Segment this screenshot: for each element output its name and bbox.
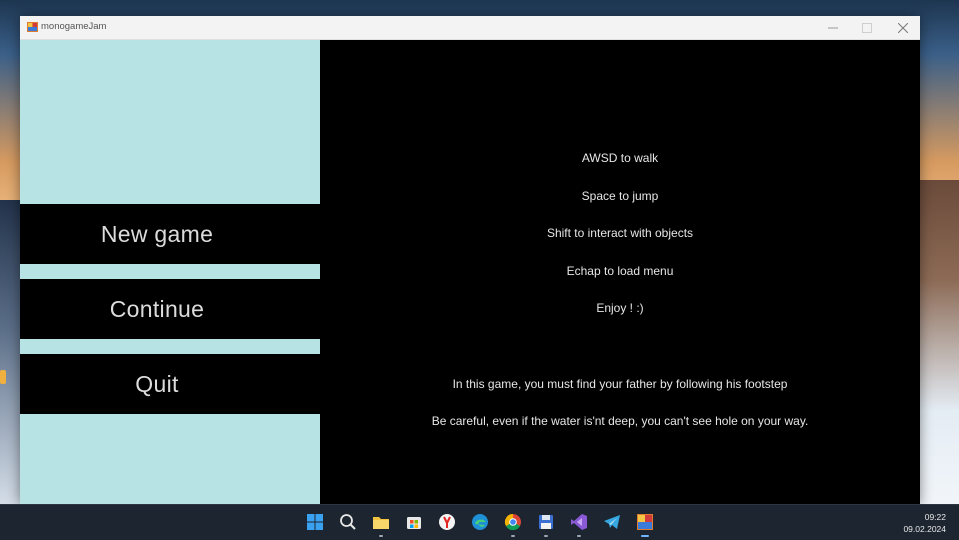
save-disk-icon[interactable] xyxy=(537,513,555,537)
running-indicator xyxy=(577,535,581,537)
taskbar: 09:22 09.02.2024 xyxy=(0,504,959,540)
menu-panel xyxy=(20,40,320,505)
new-game-label: New game xyxy=(100,220,214,247)
windows-start-icon[interactable] xyxy=(306,513,324,531)
telegram-icon[interactable] xyxy=(603,513,621,531)
instruction-jump: Space to jump xyxy=(581,189,659,203)
new-game-button[interactable]: New game xyxy=(20,204,320,264)
yandex-browser-icon[interactable] xyxy=(438,513,456,531)
instruction-interact: Shift to interact with objects xyxy=(546,226,694,240)
microsoft-store-icon[interactable] xyxy=(405,513,423,531)
edge-icon[interactable] xyxy=(471,513,489,531)
running-indicator xyxy=(379,535,383,537)
close-button[interactable] xyxy=(886,16,920,39)
clock-time: 09:22 xyxy=(924,512,946,522)
window-titlebar[interactable]: monogameJam xyxy=(20,16,920,40)
active-indicator xyxy=(641,535,649,537)
wallpaper-lamp xyxy=(0,370,6,384)
story-line-father: In this game, you must find your father … xyxy=(452,377,788,391)
chrome-icon[interactable] xyxy=(504,513,522,537)
running-indicator xyxy=(511,535,515,537)
file-explorer-icon[interactable] xyxy=(372,513,390,537)
minimize-button[interactable] xyxy=(816,16,850,39)
instruction-enjoy: Enjoy ! :) xyxy=(596,301,644,315)
wallpaper-right-edge xyxy=(914,180,959,510)
game-canvas[interactable]: New game Continue Quit AWSD to walk Spac… xyxy=(20,40,920,505)
quit-label: Quit xyxy=(135,370,179,397)
visual-studio-icon[interactable] xyxy=(570,513,588,537)
instruction-walk: AWSD to walk xyxy=(581,151,659,165)
story-line-water: Be careful, even if the water is'nt deep… xyxy=(431,414,809,428)
maximize-icon xyxy=(862,22,872,33)
continue-label: Continue xyxy=(109,295,205,322)
continue-button[interactable]: Continue xyxy=(20,279,320,339)
quit-button[interactable]: Quit xyxy=(20,354,320,414)
search-icon[interactable] xyxy=(339,513,357,531)
instruction-menu: Echap to load menu xyxy=(566,264,674,278)
monogame-app-icon[interactable] xyxy=(636,513,654,537)
minimize-icon xyxy=(828,27,838,28)
close-icon xyxy=(898,22,908,33)
app-window: monogameJam New game Continue Quit AWSD … xyxy=(20,16,920,505)
running-indicator xyxy=(544,535,548,537)
system-clock[interactable]: 09:22 09.02.2024 xyxy=(903,511,946,535)
window-title: monogameJam xyxy=(41,21,107,32)
monogame-app-icon xyxy=(27,22,38,32)
maximize-button[interactable] xyxy=(850,16,884,39)
clock-date: 09.02.2024 xyxy=(903,524,946,534)
